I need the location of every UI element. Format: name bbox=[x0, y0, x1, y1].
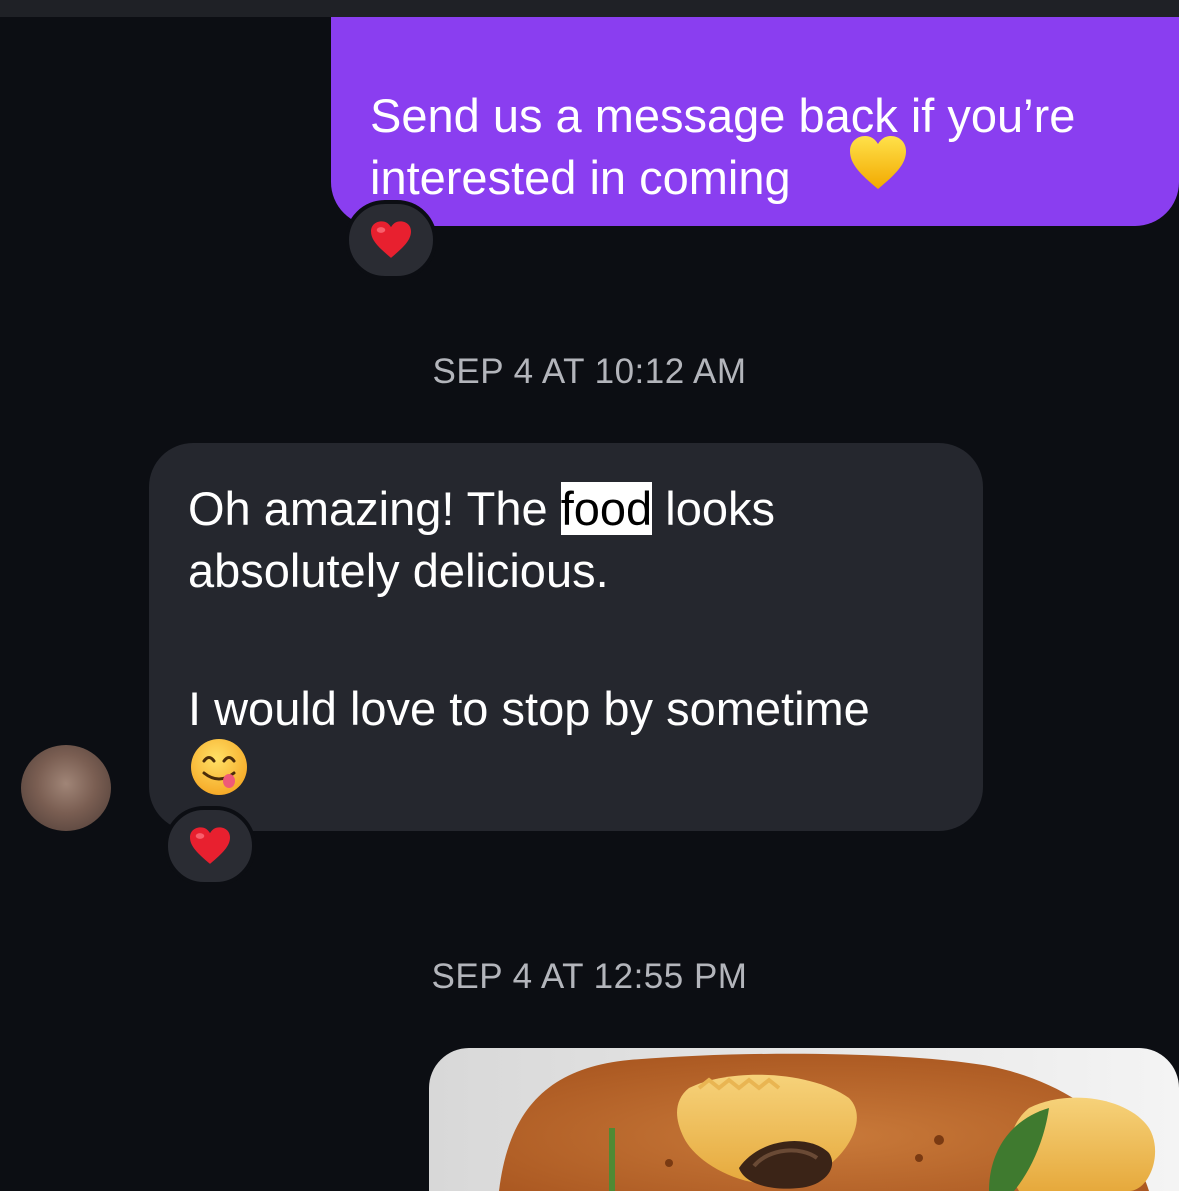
outgoing-message-bubble[interactable]: Send us a message back if you’re interes… bbox=[331, 17, 1179, 226]
incoming-message-line: I would love to stop by sometime bbox=[188, 682, 870, 735]
incoming-message-reaction[interactable] bbox=[164, 806, 256, 886]
highlighted-word[interactable]: food bbox=[560, 482, 653, 535]
outgoing-message-text-wrap: Send us a message back if you’re interes… bbox=[370, 85, 1179, 209]
incoming-message-line: Oh amazing! The food looks bbox=[188, 478, 983, 540]
timestamp: SEP 4 AT 12:55 PM bbox=[431, 957, 748, 996]
yellow-heart-icon bbox=[850, 136, 906, 189]
food-photo-icon bbox=[429, 1048, 1179, 1191]
red-heart-icon bbox=[371, 221, 411, 258]
avatar[interactable] bbox=[21, 745, 111, 831]
incoming-text-part: Oh amazing! The bbox=[188, 482, 561, 535]
outgoing-message-reaction[interactable] bbox=[345, 200, 437, 280]
face-savoring-food-icon bbox=[191, 739, 247, 795]
incoming-message-bubble[interactable]: Oh amazing! The food looks absolutely de… bbox=[149, 443, 983, 831]
top-bar bbox=[0, 0, 1179, 17]
outgoing-message-text: Send us a message back if you’re interes… bbox=[370, 89, 1076, 204]
incoming-message-line: absolutely delicious. bbox=[188, 544, 609, 597]
red-heart-icon bbox=[190, 827, 230, 864]
photo-message[interactable] bbox=[429, 1048, 1179, 1191]
incoming-text-part: looks bbox=[652, 482, 775, 535]
timestamp: SEP 4 AT 10:12 AM bbox=[432, 352, 747, 391]
